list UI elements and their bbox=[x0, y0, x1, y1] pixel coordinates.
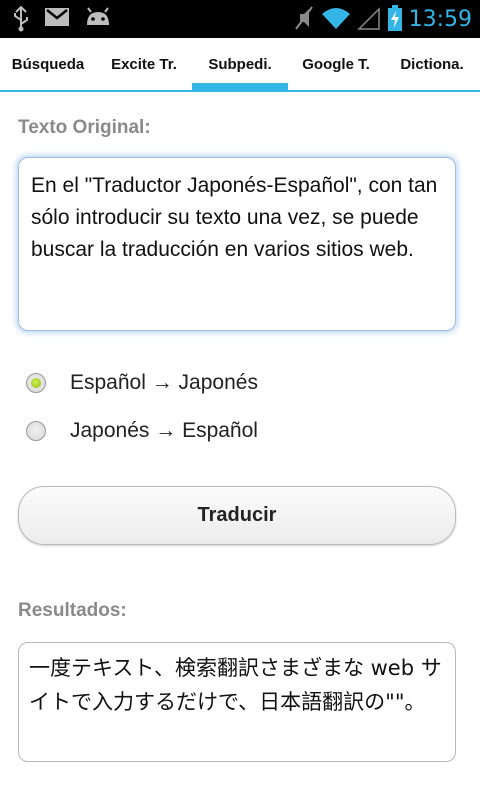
translate-button[interactable]: Traducir bbox=[18, 486, 456, 545]
radio-option-es-ja[interactable]: Español → Japonés bbox=[26, 371, 258, 395]
tab-google[interactable]: Google T. bbox=[288, 38, 384, 90]
results-text-field[interactable]: 一度テキスト、検索翻訳さまざまな web サイトで入力するだけで、日本語翻訳の"… bbox=[18, 642, 456, 762]
status-bar: 13:59 bbox=[0, 0, 480, 38]
tab-bar: Búsqueda Excite Tr. Subpedi. Google T. D… bbox=[0, 38, 480, 92]
tab-excite[interactable]: Excite Tr. bbox=[96, 38, 192, 90]
tab-subpedi[interactable]: Subpedi. bbox=[192, 38, 288, 90]
notification-icons bbox=[12, 5, 112, 36]
radio-label-ja-es: Japonés → Español bbox=[70, 419, 258, 442]
system-icons: 13:59 bbox=[293, 4, 472, 36]
radio-label-es-ja: Español → Japonés bbox=[70, 371, 258, 394]
radio-unchecked-icon[interactable] bbox=[26, 421, 46, 441]
battery-charging-icon bbox=[387, 4, 403, 36]
gmail-icon bbox=[44, 6, 70, 36]
signal-icon bbox=[356, 6, 381, 34]
android-icon bbox=[84, 6, 112, 36]
original-text-label: Texto Original: bbox=[18, 117, 151, 138]
tab-dictionary[interactable]: Dictiona. bbox=[384, 38, 480, 90]
original-text-input[interactable]: En el "Traductor Japonés-Español", con t… bbox=[18, 157, 456, 331]
wifi-icon bbox=[321, 6, 351, 34]
mute-icon bbox=[293, 5, 315, 35]
tab-busqueda[interactable]: Búsqueda bbox=[0, 38, 96, 90]
usb-icon bbox=[12, 5, 30, 36]
radio-checked-icon[interactable] bbox=[26, 373, 46, 393]
radio-option-ja-es[interactable]: Japonés → Español bbox=[26, 419, 258, 443]
clock: 13:59 bbox=[408, 7, 472, 32]
results-label: Resultados: bbox=[18, 600, 127, 621]
